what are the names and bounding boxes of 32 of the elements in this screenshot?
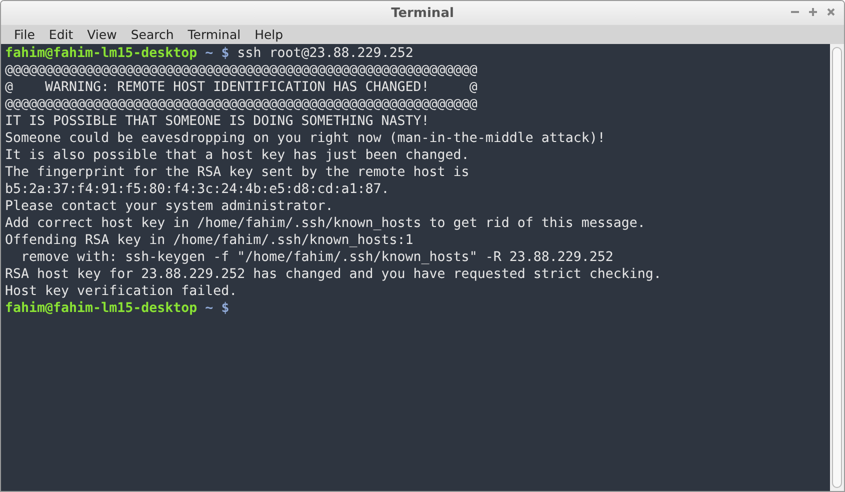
menu-item[interactable]: Help: [248, 27, 290, 42]
maximize-icon[interactable]: [808, 7, 818, 17]
output-line: @ WARNING: REMOTE HOST IDENTIFICATION HAS CHANGED! @: [5, 80, 478, 95]
prompt-symbol: $: [221, 301, 230, 316]
menu-item[interactable]: Edit: [42, 27, 80, 42]
menu-item[interactable]: File: [7, 27, 42, 42]
output-line: Offending RSA key in /home/fahim/.ssh/known_hosts:1: [5, 233, 414, 248]
window-title: Terminal: [391, 6, 454, 20]
output-line: It is also possible that a host key has just been changed.: [5, 148, 470, 163]
output-line: Someone could be eavesdropping on you right now (man-in-the-middle attack)!: [5, 131, 606, 146]
output-line: b5:2a:37:f4:91:f5:80:f4:3c:24:4b:e5:d8:cd:a1:87.: [5, 182, 390, 197]
output-line: Please contact your system administrator.: [5, 199, 334, 214]
prompt-user-host: fahim@fahim-lm15-desktop: [5, 46, 198, 61]
close-icon[interactable]: [826, 7, 836, 17]
prompt-symbol: $: [221, 46, 230, 61]
scrollbar-thumb[interactable]: [832, 47, 842, 488]
output-line: RSA host key for 23.88.229.252 has changed and you have requested strict checking.: [5, 267, 662, 282]
prompt-path: ~: [205, 46, 214, 61]
prompt-path: ~: [205, 301, 214, 316]
command-text: ssh root@23.88.229.252: [237, 46, 414, 61]
output-line: @@@@@@@@@@@@@@@@@@@@@@@@@@@@@@@@@@@@@@@@@@@@@@@@@@@@@@@@@@@: [5, 63, 478, 78]
menu-item[interactable]: View: [80, 27, 124, 42]
menu-item[interactable]: Search: [124, 27, 181, 42]
output-line: IT IS POSSIBLE THAT SOMEONE IS DOING SOMETHING NASTY!: [5, 114, 430, 129]
menu-item[interactable]: Terminal: [180, 27, 248, 42]
output-line: Host key verification failed.: [5, 284, 238, 299]
output-line: remove with: ssh-keygen -f "/home/fahim/.ssh/known_hosts" -R 23.88.229.252: [20, 250, 614, 265]
scrollbar[interactable]: [830, 44, 844, 491]
output-line: @@@@@@@@@@@@@@@@@@@@@@@@@@@@@@@@@@@@@@@@@@@@@@@@@@@@@@@@@@@: [5, 97, 478, 112]
prompt-user-host: fahim@fahim-lm15-desktop: [5, 301, 198, 316]
output-line: The fingerprint for the RSA key sent by the remote host is: [5, 165, 470, 180]
output-line: Add correct host key in /home/fahim/.ssh/known_hosts to get rid of this message.: [5, 216, 646, 231]
